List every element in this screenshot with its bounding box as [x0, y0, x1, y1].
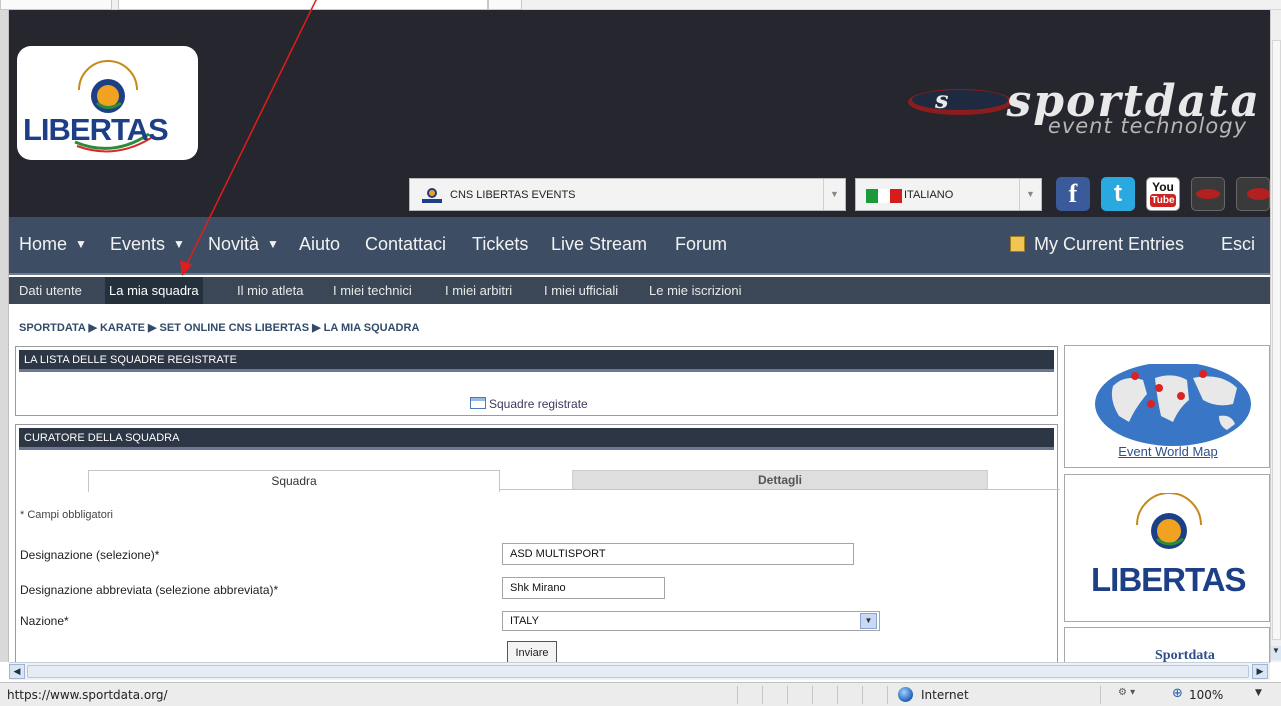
status-bar: https://www.sportdata.org/ Internet ⚙ ▾ … [0, 682, 1281, 706]
scroll-left-icon[interactable]: ◀ [9, 664, 25, 679]
protected-mode-icon[interactable]: ⚙ ▾ [1118, 687, 1144, 702]
vertical-scrollbar[interactable]: ▼ [1270, 10, 1281, 662]
horizontal-scrollbar[interactable]: ◀ ▶ [9, 662, 1270, 680]
scroll-thumb[interactable] [1272, 40, 1281, 640]
security-zone[interactable]: Internet [921, 688, 969, 702]
status-divider [862, 686, 863, 704]
status-divider [1100, 686, 1101, 704]
status-divider [762, 686, 763, 704]
status-url: https://www.sportdata.org/ [7, 688, 168, 702]
scroll-right-icon[interactable]: ▶ [1252, 664, 1268, 679]
zoom-icon[interactable]: ⊕ [1172, 686, 1183, 701]
status-divider [787, 686, 788, 704]
status-divider [837, 686, 838, 704]
browser-window: LIBERTAS s sportdata event technology CN… [0, 0, 1281, 706]
globe-icon [898, 687, 913, 702]
scroll-down-icon[interactable]: ▼ [1271, 646, 1281, 660]
annotation-arrow [180, 0, 317, 276]
status-divider [737, 686, 738, 704]
status-divider [812, 686, 813, 704]
status-divider [887, 686, 888, 704]
scroll-thumb[interactable] [27, 665, 1249, 678]
zoom-level[interactable]: 100% [1189, 688, 1223, 702]
zoom-dropdown-icon[interactable]: ▼ [1255, 688, 1262, 698]
